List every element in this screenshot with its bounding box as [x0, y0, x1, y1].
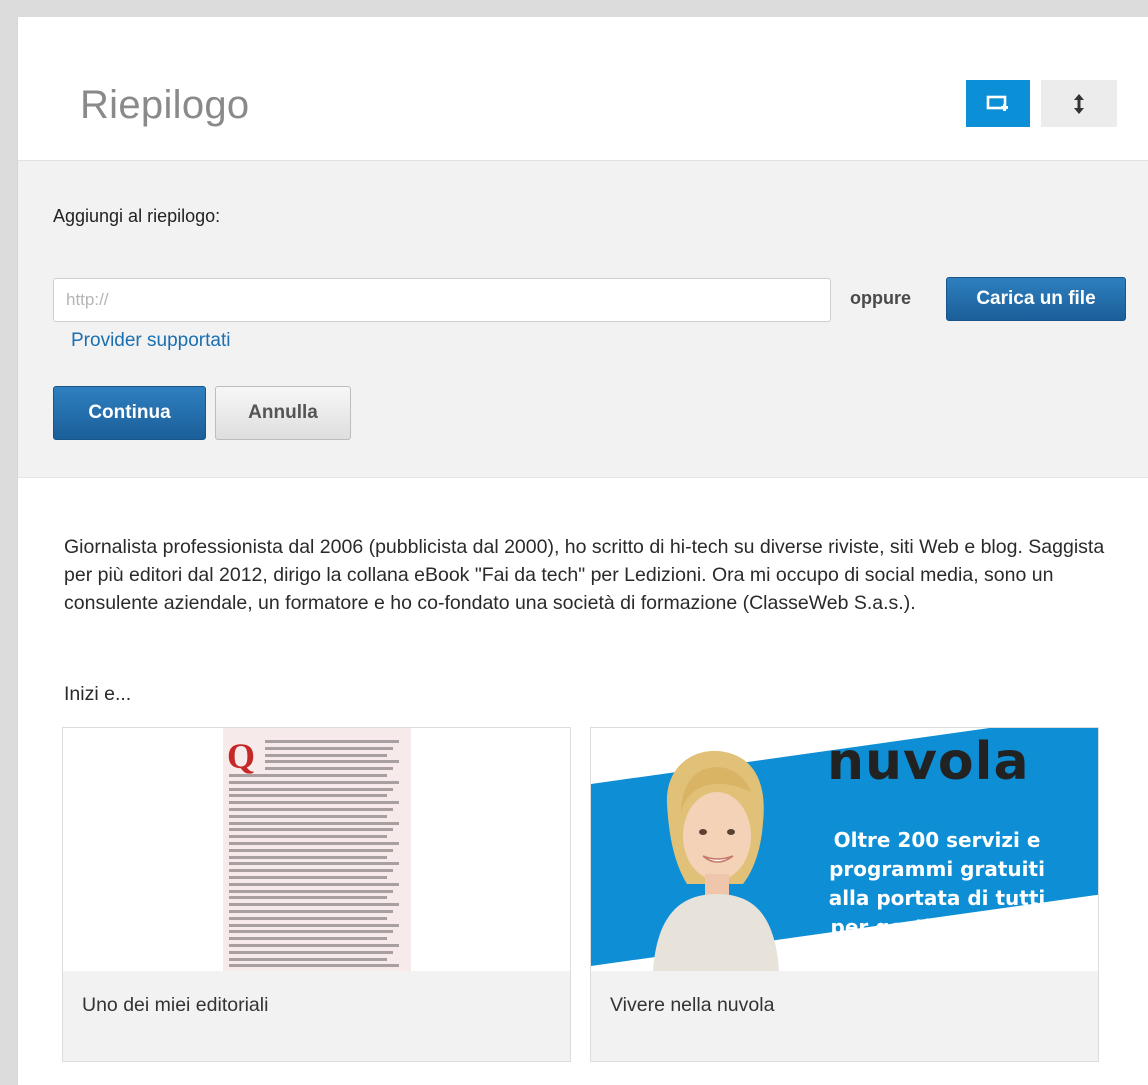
- article-text-line: [229, 780, 399, 784]
- thumbnail-heading: nuvola: [827, 732, 1030, 792]
- add-to-summary-form: Aggiungi al riepilogo: oppure Carica un …: [18, 161, 1148, 478]
- subtitle-line: Oltre 200 servizi e: [833, 828, 1041, 852]
- thumbnail-subtitle: Oltre 200 servizi e programmi gratuiti a…: [787, 826, 1087, 942]
- article-page-image: Q: [223, 728, 411, 971]
- article-text-line: [229, 964, 399, 968]
- article-text-line: [229, 869, 393, 873]
- subtitle-line: per gestire il cloud: [830, 915, 1044, 939]
- or-label: oppure: [850, 288, 911, 308]
- media-card-editorial[interactable]: Q Uno dei miei editoriali: [62, 727, 571, 1062]
- article-text-line: [229, 930, 393, 934]
- media-caption: Vivere nella nuvola: [610, 994, 775, 1016]
- article-text-line: [229, 889, 393, 893]
- add-to-summary-label: Aggiungi al riepilogo:: [53, 206, 221, 226]
- article-text-line: [229, 821, 399, 825]
- article-text-line: [229, 848, 393, 852]
- article-text-line: [229, 835, 387, 839]
- page-title: Riepilogo: [80, 83, 250, 127]
- media-card-cloud[interactable]: nuvola Oltre 200 servizi e programmi gra…: [590, 727, 1099, 1062]
- summary-intro: Inizi e...: [64, 683, 132, 705]
- add-media-view-button[interactable]: [966, 80, 1030, 127]
- summary-header: Riepilogo: [18, 17, 1148, 161]
- subtitle-line: programmi gratuiti: [829, 857, 1045, 881]
- editorial-thumbnail: Q: [63, 728, 570, 971]
- article-text-line: [229, 903, 399, 907]
- reorder-view-button[interactable]: [1041, 80, 1117, 127]
- article-text-line: [265, 753, 387, 757]
- vertical-resize-icon: [1074, 93, 1084, 114]
- article-text-line: [265, 760, 399, 764]
- article-text-line: [229, 910, 393, 913]
- article-text-line: [229, 787, 393, 791]
- drop-cap: Q: [227, 736, 256, 776]
- woman-photo: [653, 750, 779, 971]
- article-text-line: [265, 746, 393, 750]
- article-text-line: [229, 876, 387, 879]
- article-text-line: [229, 882, 399, 886]
- article-text-line: [229, 828, 393, 832]
- add-frame-icon: [986, 95, 1008, 111]
- article-text-line: [229, 957, 387, 961]
- article-text-line: [229, 774, 387, 777]
- url-input[interactable]: [53, 278, 831, 322]
- article-text-line: [229, 923, 399, 927]
- article-text-line: [229, 842, 399, 845]
- article-text-line: [229, 916, 387, 920]
- article-text-line: [229, 794, 387, 798]
- upload-file-button[interactable]: Carica un file: [946, 277, 1126, 321]
- article-text-line: [229, 808, 393, 811]
- supported-providers-link[interactable]: Provider supportati: [71, 330, 230, 352]
- article-text-line: [229, 896, 387, 900]
- article-text-line: [229, 862, 399, 866]
- article-text-line: [229, 937, 387, 941]
- article-text-line: [229, 950, 393, 954]
- subtitle-line: alla portata di tutti: [828, 886, 1046, 910]
- cloud-thumbnail: nuvola Oltre 200 servizi e programmi gra…: [591, 728, 1098, 971]
- article-text-line: [229, 944, 399, 947]
- article-text-line: [229, 801, 399, 805]
- summary-text: Giornalista professionista dal 2006 (pub…: [64, 536, 1105, 614]
- article-text-line: [229, 814, 387, 818]
- article-text-line: [265, 767, 393, 771]
- article-text-line: [229, 855, 387, 859]
- media-caption: Uno dei miei editoriali: [82, 994, 269, 1016]
- continue-button[interactable]: Continua: [53, 386, 206, 440]
- cancel-button[interactable]: Annulla: [215, 386, 351, 440]
- article-text-line: [265, 740, 399, 743]
